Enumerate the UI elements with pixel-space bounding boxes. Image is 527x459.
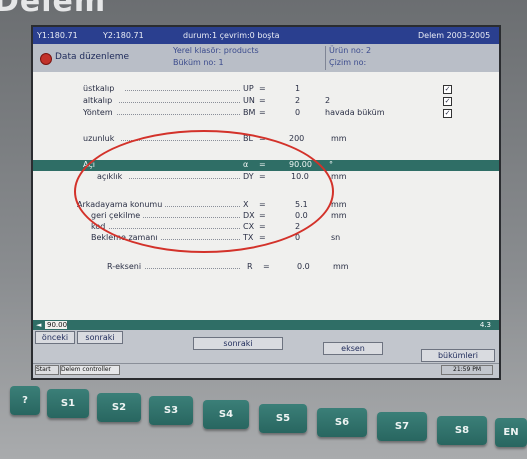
function-key-s3[interactable]: S3 (149, 396, 193, 425)
function-key-s1[interactable]: S1 (47, 389, 89, 418)
function-key-s7[interactable]: S7 (377, 412, 427, 441)
machine-status: durum:1 çevrim:0 boşta (183, 31, 280, 40)
parameter-form: üstkalıp UP = 1 ✓ altkalıp UN = 2 2 ✓ Yö… (33, 72, 499, 320)
y2-readout: Y2:180.71 (103, 31, 144, 40)
header-divider (325, 46, 326, 70)
param-label: R-ekseni (107, 262, 142, 271)
function-key-s5[interactable]: S5 (259, 404, 307, 433)
value-input-field[interactable]: 90.00 (45, 321, 67, 329)
taskbar-clock: 21:59 PM (441, 365, 493, 375)
softkey-next-1[interactable]: sonraki (77, 331, 123, 344)
dot-leader (145, 268, 240, 269)
taskbar-app-button[interactable]: Delem controller (60, 365, 120, 375)
param-value[interactable]: 1 (295, 84, 300, 93)
dot-leader (125, 90, 240, 91)
param-unit: mm (331, 172, 347, 181)
mode-title: Data düzenleme (55, 52, 130, 62)
param-label: Yöntem (83, 108, 113, 117)
softkey-previous[interactable]: önceki (35, 331, 75, 344)
param-code: UP (243, 84, 254, 93)
param-unit: mm (331, 200, 347, 209)
value-input-bar: ◄ 90.00 4.3 (33, 320, 499, 330)
param-label: uzunluk (83, 134, 115, 143)
function-key-s2[interactable]: S2 (97, 393, 141, 422)
param-value[interactable]: 0.0 (297, 262, 310, 271)
help-key[interactable]: ? (10, 386, 40, 415)
bend-number-label: Büküm no: 1 (173, 58, 224, 67)
enter-key[interactable]: EN (495, 418, 527, 447)
title-bar: Y1:180.71 Y2:180.71 durum:1 çevrim:0 boş… (33, 27, 499, 44)
dot-leader (119, 102, 240, 103)
param-unit: havada büküm (325, 108, 385, 117)
softkey-axis[interactable]: eksen (323, 342, 383, 355)
brand-logo: Delem (0, 0, 107, 19)
param-row-top-tool[interactable]: üstkalıp UP = 1 ✓ (33, 84, 499, 95)
param-extra: 2 (325, 96, 331, 105)
red-annotation-circle (74, 130, 334, 253)
mode-icon (40, 53, 52, 65)
param-row-r-axis[interactable]: R-ekseni R = 0.0 mm (33, 262, 499, 273)
controller-screen: Y1:180.71 Y2:180.71 durum:1 çevrim:0 boş… (31, 25, 501, 380)
program-header: Data düzenleme Yerel klasör: products Bü… (33, 44, 499, 73)
folder-label: Yerel klasör: products (173, 46, 259, 55)
param-value[interactable]: 2 (295, 96, 300, 105)
param-code: BM (243, 108, 256, 117)
param-checkbox[interactable]: ✓ (443, 97, 452, 106)
dot-leader (117, 114, 240, 115)
windows-taskbar: Start Delem controller 21:59 PM (33, 363, 499, 375)
param-unit: sn (331, 233, 341, 242)
param-checkbox[interactable]: ✓ (443, 109, 452, 118)
param-row-method[interactable]: Yöntem BM = 0 havada büküm ✓ (33, 108, 499, 119)
start-button[interactable]: Start (35, 365, 59, 375)
function-key-s4[interactable]: S4 (203, 400, 249, 429)
param-code: R (247, 262, 253, 271)
function-key-s6[interactable]: S6 (317, 408, 367, 437)
function-key-s8[interactable]: S8 (437, 416, 487, 445)
angle-unit: ° (329, 160, 333, 169)
param-unit: mm (331, 211, 347, 220)
param-row-bottom-tool[interactable]: altkalıp UN = 2 2 ✓ (33, 96, 499, 107)
param-value[interactable]: 200 (289, 134, 304, 143)
param-unit: mm (331, 134, 347, 143)
value-bar-readout: 4.3 (479, 321, 491, 329)
input-arrow-icon: ◄ (36, 321, 42, 329)
softkey-next-2[interactable]: sonraki (193, 337, 283, 350)
param-unit: mm (333, 262, 349, 271)
param-label: altkalıp (83, 96, 113, 105)
bottom-panel: ◄ 90.00 4.3 önceki sonraki sonraki eksen… (33, 320, 499, 378)
drawing-number-label: Çizim no: (329, 58, 367, 67)
copyright-text: Delem 2003-2005 (418, 31, 491, 40)
param-checkbox[interactable]: ✓ (443, 85, 452, 94)
param-value[interactable]: 0 (295, 108, 300, 117)
y1-readout: Y1:180.71 (37, 31, 78, 40)
param-code: UN (243, 96, 255, 105)
param-label: üstkalıp (83, 84, 115, 93)
product-number-label: Ürün no: 2 (329, 46, 372, 55)
softkey-bends[interactable]: bükümleri (421, 349, 495, 362)
